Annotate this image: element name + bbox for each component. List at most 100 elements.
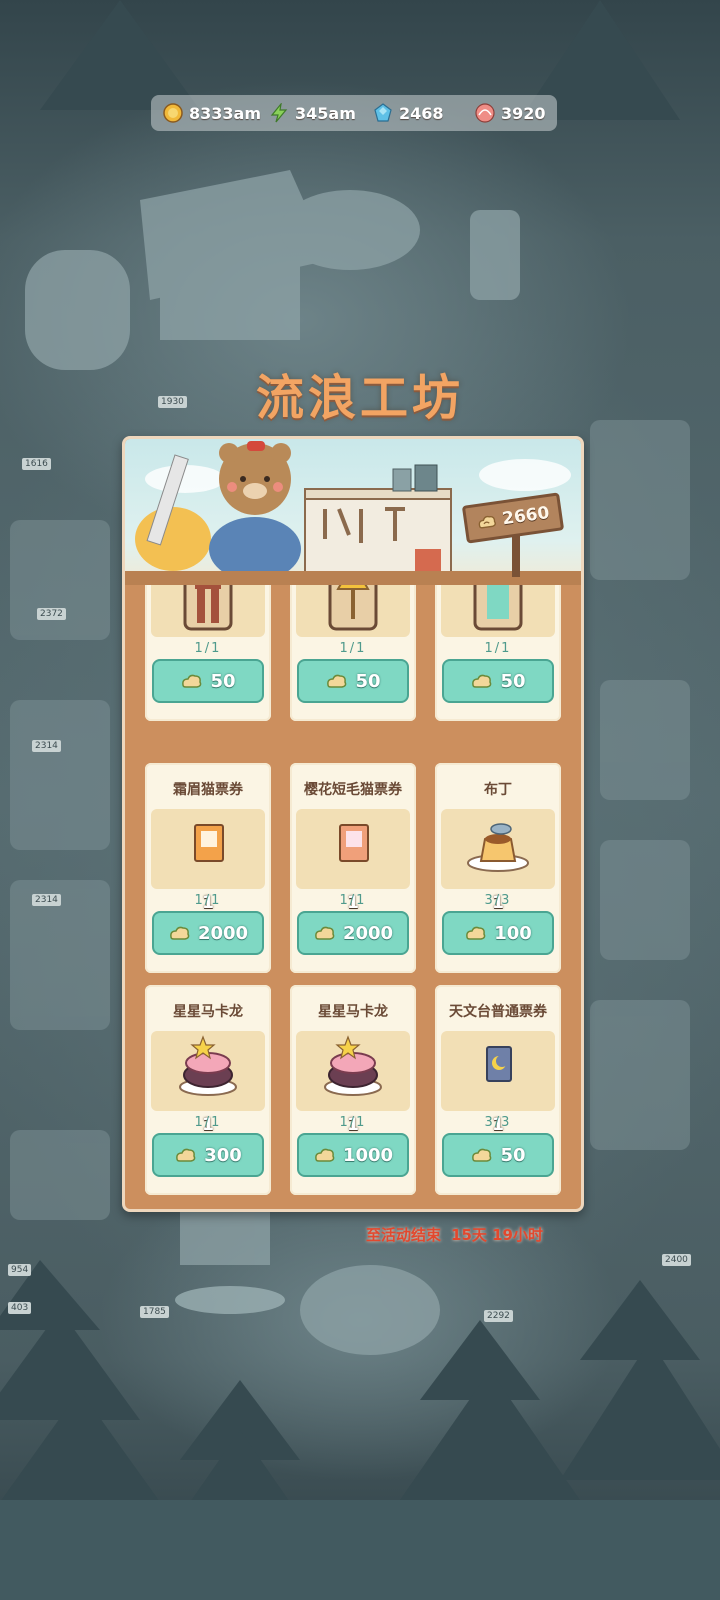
currency-balance: 2660 — [501, 502, 551, 530]
golden-roof-lantern-icon — [473, 585, 523, 631]
item-image: 1 — [151, 1031, 265, 1135]
resource-bar: 8333am 345am 2468 3920 — [151, 95, 557, 131]
plot-sign: 2372 — [37, 608, 66, 620]
buy-button[interactable]: 2000 — [152, 911, 264, 955]
shop-item-grid: 1/1 50 1/1 50 1/1 50 霜眉猫票券 1 1/1 2000 樱花… — [125, 585, 581, 1209]
buy-button[interactable]: 300 — [152, 1133, 264, 1177]
shop-title: 流浪工坊 — [255, 370, 464, 426]
gold-coin-icon — [163, 103, 183, 123]
item-name: 霜眉猫票券 — [173, 782, 243, 798]
item-image: 1 — [441, 809, 555, 913]
shell-value: 3920 — [501, 103, 546, 123]
buy-price: 50 — [355, 670, 381, 692]
cloud-token-icon — [176, 1148, 196, 1162]
pudding-icon — [467, 823, 529, 872]
event-timer: 至活动结束 15天 19小时 — [366, 1222, 543, 1246]
timer-label: 至活动结束 — [366, 1225, 442, 1244]
buy-button[interactable]: 1000 — [297, 1133, 409, 1177]
cloud-token-icon — [327, 674, 347, 688]
resource-gem[interactable]: 2468 — [373, 101, 444, 125]
shop-item-card[interactable]: 1/1 50 — [145, 585, 271, 721]
cloud-token-icon — [315, 1148, 335, 1162]
pink-shell-icon — [475, 103, 495, 123]
buy-price: 100 — [494, 922, 532, 944]
shop-item-card[interactable]: 星星马卡龙 1 1/1 1000 — [290, 985, 416, 1195]
cloud-token-icon — [472, 674, 492, 688]
buy-button[interactable]: 50 — [152, 659, 264, 703]
buy-price: 50 — [210, 670, 236, 692]
cloud-token-icon — [466, 926, 486, 940]
shop-banner: 2660 — [125, 439, 581, 585]
item-name: 樱花短毛猫票券 — [304, 782, 402, 798]
item-stock: 1/1 — [194, 893, 222, 908]
shop-item-card[interactable]: 1/1 50 — [435, 585, 561, 721]
buy-price: 50 — [500, 670, 526, 692]
cloud-token-icon — [182, 674, 202, 688]
buy-price: 2000 — [197, 922, 249, 944]
resource-shell[interactable]: 3920 — [475, 101, 546, 125]
star-macaron-icon — [324, 1035, 382, 1096]
item-image: 1 — [151, 809, 265, 913]
plot-sign: 954 — [8, 1264, 32, 1276]
resource-coin[interactable]: 8333am — [163, 101, 261, 125]
resource-energy[interactable]: 345am — [269, 101, 356, 125]
cloud-token-icon — [315, 926, 335, 940]
item-name: 天文台普通票券 — [449, 1004, 547, 1020]
buy-price: 2000 — [342, 922, 394, 944]
shop-item-card[interactable]: 樱花短毛猫票券 1 1/1 2000 — [290, 763, 416, 973]
energy-value: 345am — [295, 103, 356, 123]
buy-button[interactable]: 50 — [297, 659, 409, 703]
item-stock: 1/1 — [484, 641, 512, 656]
plot-sign: 1616 — [22, 458, 51, 470]
leather-strap-icon — [183, 585, 233, 631]
buy-button[interactable]: 100 — [442, 911, 554, 955]
blue-gem-icon — [374, 103, 392, 122]
item-stock: 1/1 — [339, 1115, 367, 1130]
item-image — [296, 585, 410, 637]
item-name: 星星马卡龙 — [318, 1004, 388, 1020]
item-image — [441, 585, 555, 637]
plot-sign: 1785 — [140, 1306, 169, 1318]
shop-item-card[interactable]: 布丁 1 3/3 100 — [435, 763, 561, 973]
shop-item-card[interactable]: 1/1 50 — [290, 585, 416, 721]
item-name: 星星马卡龙 — [173, 1004, 243, 1020]
plot-sign: 2314 — [32, 740, 61, 752]
cloud-token-icon — [479, 515, 497, 529]
shop-item-card[interactable]: 星星马卡龙 1 1/1 300 — [145, 985, 271, 1195]
item-image — [151, 585, 265, 637]
item-stock: 3/3 — [484, 1115, 512, 1130]
item-stock: 1/1 — [194, 641, 222, 656]
golden-fan-icon — [328, 585, 378, 631]
gem-value: 2468 — [399, 103, 444, 123]
shop-panel: 2660 1/1 50 1/1 50 1/1 50 霜眉猫票券 1 1/1 20… — [122, 436, 584, 1212]
buy-price: 50 — [500, 1144, 526, 1166]
buy-button[interactable]: 2000 — [297, 911, 409, 955]
item-stock: 1/1 — [194, 1115, 222, 1130]
item-image: 1 — [296, 1031, 410, 1135]
cloud-token-icon — [170, 926, 190, 940]
item-image: 1 — [441, 1031, 555, 1135]
sign-post — [512, 535, 520, 577]
buy-price: 300 — [204, 1144, 242, 1166]
lightning-icon — [270, 103, 288, 123]
item-stock: 1/1 — [339, 893, 367, 908]
cloud-token-icon — [472, 1148, 492, 1162]
item-image: 1 — [296, 809, 410, 913]
item-stock: 1/1 — [339, 641, 367, 656]
star-macaron-icon — [179, 1035, 237, 1096]
buy-button[interactable]: 50 — [442, 659, 554, 703]
coin-value: 8333am — [189, 103, 261, 123]
cat-ticket-icon — [194, 824, 224, 862]
shop-item-card[interactable]: 天文台普通票券 1 3/3 50 — [435, 985, 561, 1195]
buy-price: 1000 — [342, 1144, 394, 1166]
item-name: 布丁 — [484, 782, 512, 798]
item-stock: 3/3 — [484, 893, 512, 908]
shop-item-card[interactable]: 霜眉猫票券 1 1/1 2000 — [145, 763, 271, 973]
plot-sign: 2400 — [662, 1254, 691, 1266]
plot-sign: 403 — [8, 1302, 32, 1314]
plot-sign: 2292 — [484, 1310, 513, 1322]
plot-sign: 2314 — [32, 894, 61, 906]
sakura-cat-ticket-icon — [339, 824, 369, 862]
buy-button[interactable]: 50 — [442, 1133, 554, 1177]
observatory-ticket-icon — [486, 1046, 512, 1082]
